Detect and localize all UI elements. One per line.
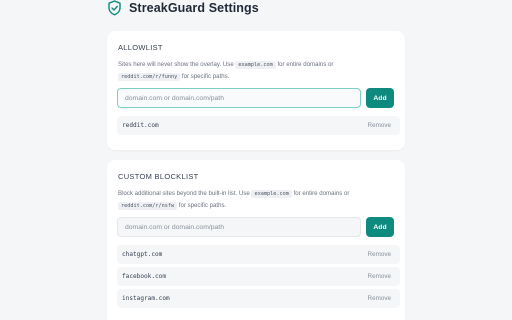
blocklist-desc-before: Block additional sites beyond the built-… [118,190,252,197]
allowlist-card: ALLOWLIST Sites here will never show the… [107,31,405,150]
list-item-domain: reddit.com [122,122,159,129]
allowlist-title: ALLOWLIST [118,43,163,52]
allowlist-desc-middle: for entire domains or [275,61,334,68]
blocklist-title: CUSTOM BLOCKLIST [118,172,199,181]
blocklist-add-button[interactable]: Add [366,217,394,237]
settings-page: StreakGuard Settings ALLOWLIST Sites her… [0,0,512,320]
blocklist-desc-after: for specific paths. [177,202,227,209]
remove-button[interactable]: Remove [368,251,391,258]
list-item-domain: instagram.com [122,295,170,302]
allowlist-desc-after: for specific paths. [180,73,230,80]
page-title: StreakGuard Settings [129,1,259,15]
blocklist-description: Block additional sites beyond the built-… [118,188,388,212]
list-item: facebook.com Remove [117,267,400,286]
allowlist-add-button[interactable]: Add [366,88,394,108]
list-item-domain: facebook.com [122,273,167,280]
blocklist-code-example-path: reddit.com/r/nsfw [118,202,178,210]
list-item: reddit.com Remove [117,116,400,135]
remove-button[interactable]: Remove [368,122,391,129]
list-item-domain: chatgpt.com [122,251,163,258]
list-item: chatgpt.com Remove [117,245,400,264]
remove-button[interactable]: Remove [368,295,391,302]
remove-button[interactable]: Remove [368,273,391,280]
allowlist-domain-input[interactable] [117,88,361,108]
blocklist-code-example-domain: example.com [251,190,292,198]
blocklist-card: CUSTOM BLOCKLIST Block additional sites … [107,160,405,320]
allowlist-code-example-path: reddit.com/r/funny [118,73,181,81]
page-header: StreakGuard Settings [107,0,259,16]
allowlist-desc-before: Sites here will never show the overlay. … [118,61,236,68]
shield-check-icon [107,0,122,16]
allowlist-description: Sites here will never show the overlay. … [118,59,388,83]
allowlist-list: reddit.com Remove [117,116,400,138]
blocklist-list: chatgpt.com Remove facebook.com Remove i… [117,245,400,311]
allowlist-code-example-domain: example.com [235,61,276,69]
blocklist-input-row: Add [117,217,394,237]
blocklist-domain-input[interactable] [117,217,361,237]
blocklist-desc-middle: for entire domains or [291,190,350,197]
list-item: instagram.com Remove [117,289,400,308]
allowlist-input-row: Add [117,88,394,108]
